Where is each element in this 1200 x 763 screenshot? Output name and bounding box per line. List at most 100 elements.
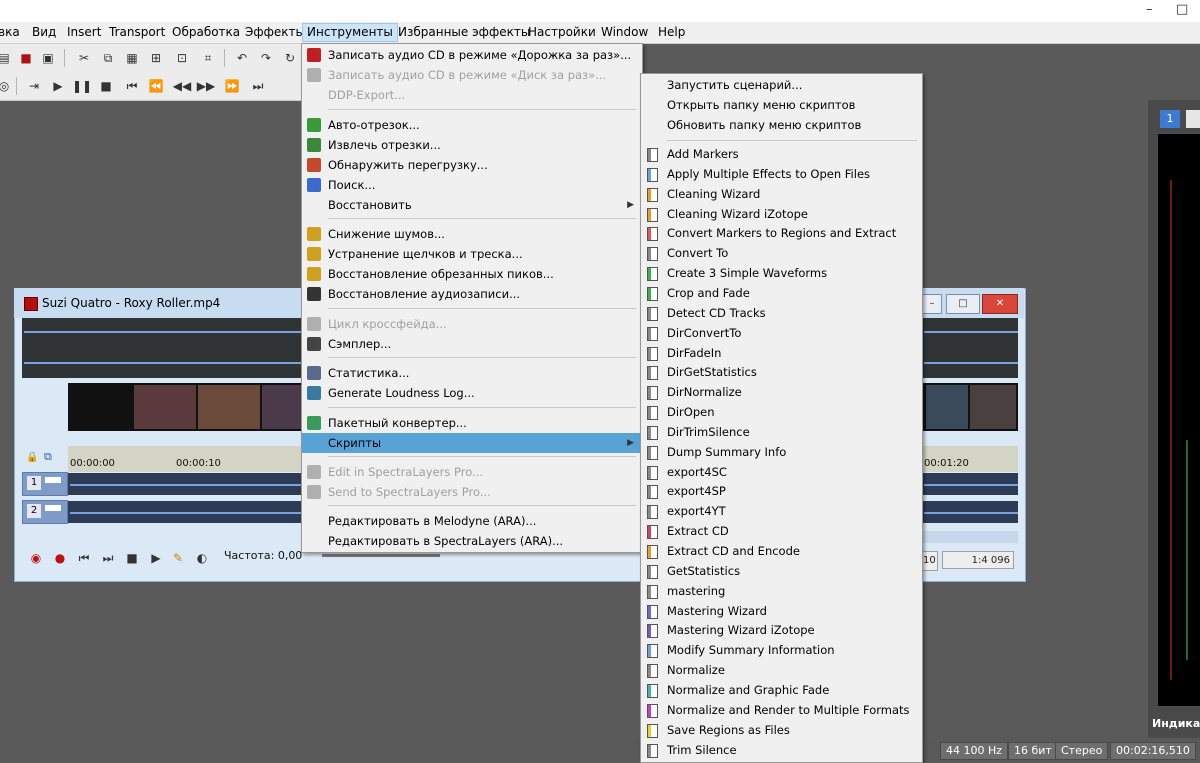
tools-menu-item-17[interactable]: Скрипты ▶ (302, 433, 640, 453)
menu-6[interactable]: Инструменты (302, 23, 398, 42)
next-icon[interactable]: ⏩ (222, 76, 242, 96)
repeat-icon[interactable]: ↻ (280, 48, 300, 68)
lock-icon[interactable]: 🔒 (26, 452, 38, 463)
stop-icon[interactable]: ■ (122, 548, 142, 568)
go-to-start-icon[interactable]: ⏮ (74, 548, 94, 568)
script-item[interactable]: export4YT (641, 501, 920, 521)
script-item[interactable]: Cleaning Wizard iZotope (641, 204, 920, 224)
track-level[interactable] (45, 477, 61, 483)
tools-menu-item-14[interactable]: Статистика... (302, 363, 640, 383)
fast-forward-icon[interactable]: ▶▶ (196, 76, 216, 96)
script-item[interactable]: Normalize and Graphic Fade (641, 680, 920, 700)
track-level[interactable] (45, 505, 61, 511)
mix-icon[interactable]: ⊞ (146, 48, 166, 68)
tools-menu-item-6[interactable]: Поиск... (302, 175, 640, 195)
open-icon[interactable]: ▤ (0, 48, 14, 68)
rewind-icon[interactable]: ◀◀ (172, 76, 192, 96)
zoom-slider[interactable] (322, 554, 440, 557)
tools-menu-item-13[interactable]: Сэмплер... (302, 334, 640, 354)
menu-1[interactable]: Вид (28, 24, 60, 41)
go-to-start-icon[interactable]: ⏮ (122, 76, 142, 96)
save-all-icon[interactable]: ▣ (38, 48, 58, 68)
doc-minimize-button[interactable]: – (922, 294, 942, 314)
script-item[interactable]: Trim Silence (641, 740, 920, 760)
script-item[interactable]: Convert To (641, 243, 920, 263)
tools-menu-item-7[interactable]: Восстановить ▶ (302, 195, 640, 215)
tools-menu-item-0[interactable]: Записать аудио CD в режиме «Дорожка за р… (302, 45, 640, 65)
overview-waveform[interactable] (22, 318, 302, 378)
script-item[interactable]: Apply Multiple Effects to Open Files (641, 164, 920, 184)
go-to-end-icon[interactable]: ⏭ (98, 548, 118, 568)
pause-icon[interactable]: ❚❚ (72, 76, 92, 96)
meter-tab-2[interactable] (1186, 110, 1200, 128)
script-item[interactable]: Mastering Wizard iZotope (641, 620, 920, 640)
previous-icon[interactable]: ⏪ (146, 76, 166, 96)
tools-menu-item-10[interactable]: Восстановление обрезанных пиков... (302, 264, 640, 284)
tools-menu-item-5[interactable]: Обнаружить перегрузку... (302, 155, 640, 175)
script-item[interactable]: Normalize (641, 660, 920, 680)
tools-menu-item-3[interactable]: Авто-отрезок... (302, 115, 640, 135)
tools-menu-item-21[interactable]: Редактировать в SpectraLayers (ARA)... (302, 531, 640, 551)
overview-waveform-right[interactable] (922, 318, 1018, 378)
script-item[interactable]: Modify Summary Information (641, 640, 920, 660)
meter-tab[interactable]: 1 (1160, 110, 1180, 128)
record-icon[interactable]: ● (50, 548, 70, 568)
tools-menu-item-20[interactable]: Редактировать в Melodyne (ARA)... (302, 511, 640, 531)
play-icon[interactable]: ▶ (146, 548, 166, 568)
script-item[interactable]: export4SP (641, 481, 920, 501)
scrub-icon[interactable]: ◐ (192, 548, 212, 568)
script-item[interactable]: GetStatistics (641, 561, 920, 581)
go-to-end-icon[interactable]: ⏭ (248, 76, 268, 96)
script-item[interactable]: export4SC (641, 462, 920, 482)
tools-menu-item-15[interactable]: Generate Loudness Log... (302, 383, 640, 403)
record-icon[interactable]: ◎ (0, 76, 14, 96)
script-item[interactable]: Normalize and Render to Multiple Formats (641, 700, 920, 720)
scripts-menu-top-item-0[interactable]: Запустить сценарий... (641, 75, 920, 95)
tools-menu-item-8[interactable]: Снижение шумов... (302, 224, 640, 244)
script-item[interactable]: Create 3 Simple Waveforms (641, 263, 920, 283)
track-header-1[interactable]: 1 (22, 472, 68, 496)
track-header-2[interactable]: 2 (22, 500, 68, 524)
tools-menu-item-11[interactable]: Восстановление аудиозаписи... (302, 284, 640, 304)
script-item[interactable]: DirConvertTo (641, 323, 920, 343)
undo-icon[interactable]: ↶ (232, 48, 252, 68)
record-icon[interactable]: ◉ (26, 548, 46, 568)
script-item[interactable]: Add Markers (641, 144, 920, 164)
play-icon[interactable]: ▶ (48, 76, 68, 96)
script-item[interactable]: DirGetStatistics (641, 362, 920, 382)
redo-icon[interactable]: ↷ (256, 48, 276, 68)
crop-icon[interactable]: ⌗ (198, 48, 218, 68)
script-item[interactable]: DirNormalize (641, 382, 920, 402)
tools-menu-item-16[interactable]: Пакетный конвертер... (302, 413, 640, 433)
copy-icon[interactable]: ⧉ (98, 48, 118, 68)
script-item[interactable]: Cleaning Wizard (641, 184, 920, 204)
menu-7[interactable]: Избранные эффекты (394, 24, 534, 41)
maximize-button[interactable]: □ (1176, 2, 1188, 17)
horizontal-scrollbar[interactable] (922, 531, 1018, 543)
doc-maximize-button[interactable]: □ (946, 294, 980, 314)
menu-2[interactable]: Insert (63, 24, 105, 41)
script-item[interactable]: DirFadeIn (641, 343, 920, 363)
menu-3[interactable]: Transport (105, 24, 169, 41)
stop-icon[interactable]: ■ (96, 76, 116, 96)
script-item[interactable]: DirTrimSilence (641, 422, 920, 442)
scripts-menu-top-item-1[interactable]: Открыть папку меню скриптов (641, 95, 920, 115)
script-item[interactable]: DirOpen (641, 402, 920, 422)
scripts-menu-top-item-2[interactable]: Обновить папку меню скриптов (641, 115, 920, 135)
save-icon[interactable]: ■ (16, 48, 36, 68)
menu-9[interactable]: Window (597, 24, 652, 41)
play-from-start-icon[interactable]: ⇥ (24, 76, 44, 96)
script-item[interactable]: Crop and Fade (641, 283, 920, 303)
script-item[interactable]: Extract CD (641, 521, 920, 541)
pencil-icon[interactable]: ✎ (168, 548, 188, 568)
menu-5[interactable]: Эффекты (241, 24, 309, 41)
menu-4[interactable]: Обработка (168, 24, 244, 41)
menu-10[interactable]: Help (654, 24, 689, 41)
script-item[interactable]: Detect CD Tracks (641, 303, 920, 323)
trim-icon[interactable]: ⊡ (172, 48, 192, 68)
script-item[interactable]: Convert Markers to Regions and Extract (641, 223, 920, 243)
snap-icon[interactable]: ⧉ (44, 450, 52, 464)
tools-menu-item-4[interactable]: Извлечь отрезки... (302, 135, 640, 155)
script-item[interactable]: mastering (641, 581, 920, 601)
script-item[interactable]: Extract CD and Encode (641, 541, 920, 561)
